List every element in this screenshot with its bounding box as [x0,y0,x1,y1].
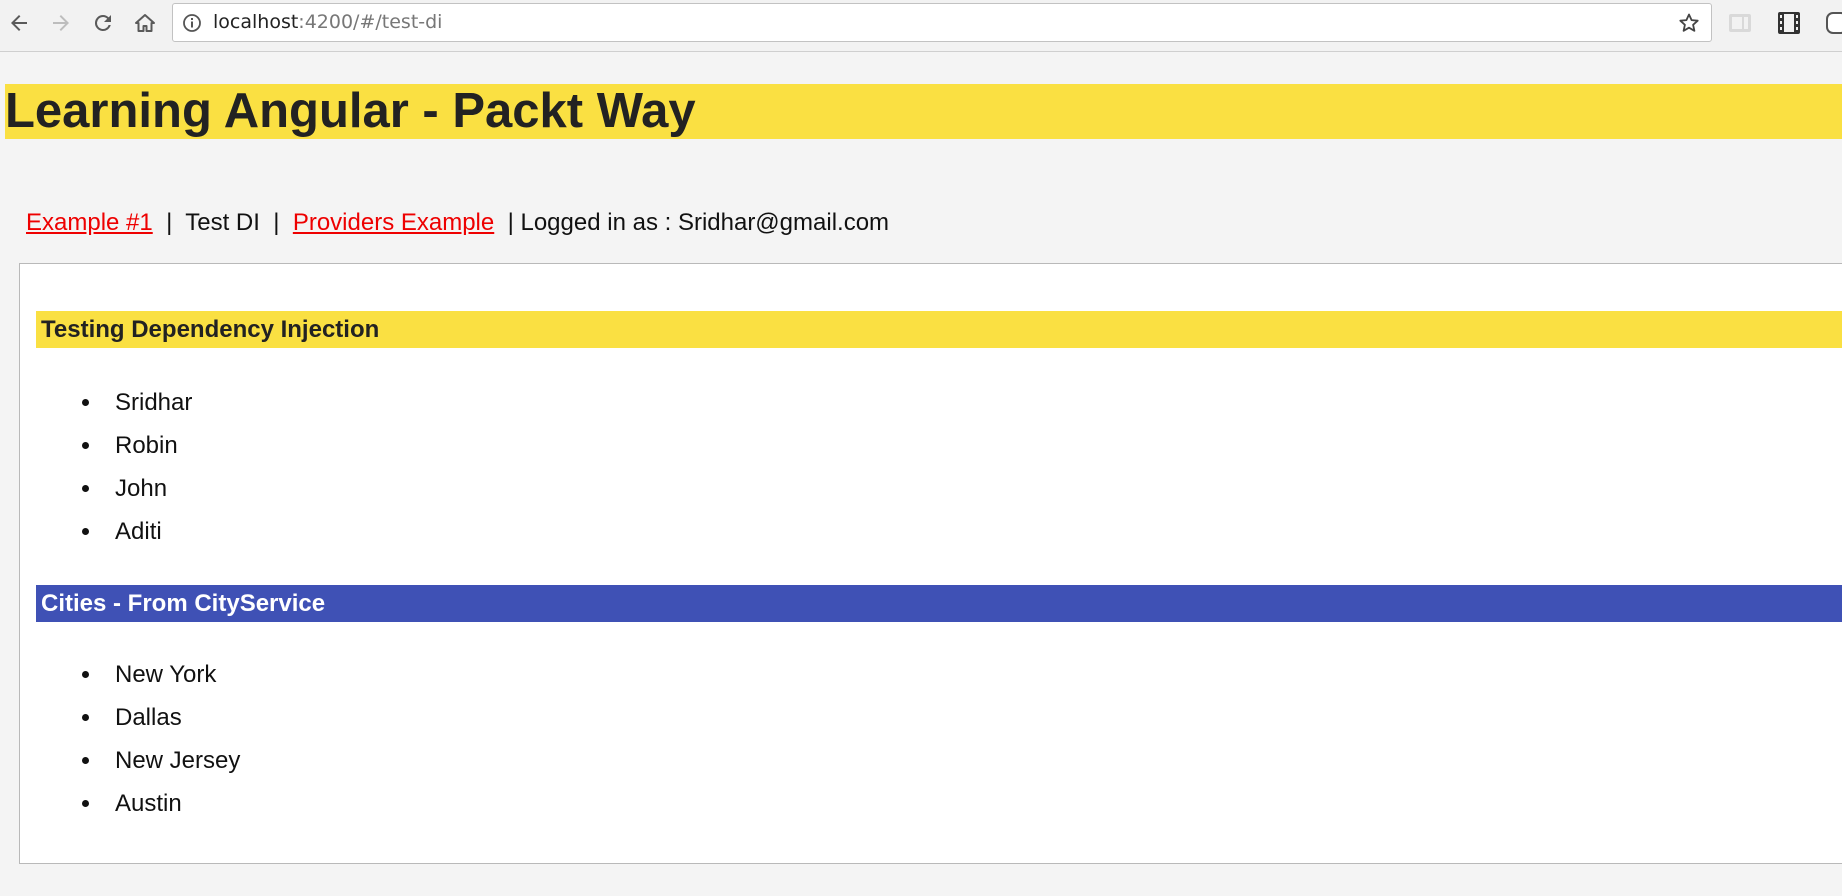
url-path: :4200/#/test-di [298,11,443,33]
forward-arrow-icon [53,15,69,31]
app-title: Learning Angular - Packt Way [5,84,1842,139]
back-arrow-icon [11,15,27,31]
film-icon[interactable] [1776,10,1802,36]
list-item: Robin [103,424,192,467]
browser-toolbar: localhost:4200/#/test-di [0,0,1842,52]
logged-in-status: | Logged in as : Sridhar@gmail.com [494,209,890,236]
reload-button[interactable] [87,6,119,40]
home-icon [135,14,155,32]
extension-icon[interactable] [1727,10,1753,36]
url-host: localhost [213,11,299,33]
forward-button[interactable] [45,6,77,40]
url-text[interactable]: localhost:4200/#/test-di [213,4,442,41]
content-panel: Testing Dependency Injection Sridhar Rob… [19,263,1842,864]
address-bar[interactable]: localhost:4200/#/test-di [172,3,1712,42]
reload-icon [94,14,111,31]
user-list: Sridhar Robin John Aditi [75,381,192,553]
home-button[interactable] [129,6,161,40]
section-title-di: Testing Dependency Injection [36,311,1842,348]
nav-current-test-di: Test DI [185,209,260,236]
nav-link-providers-example[interactable]: Providers Example [293,209,494,236]
city-list: New York Dallas New Jersey Austin [75,653,240,825]
extension-icon[interactable] [1824,10,1842,36]
list-item: New Jersey [103,739,240,782]
nav-bar: Example #1 | Test DI | Providers Example… [26,208,889,238]
list-item: New York [103,653,240,696]
list-item: Aditi [103,510,192,553]
info-icon[interactable] [182,13,202,33]
star-icon[interactable] [1677,11,1701,35]
nav-separator: | [152,209,186,236]
list-item: Sridhar [103,381,192,424]
section-title-cities: Cities - From CityService [36,585,1842,622]
nav-separator: | [259,209,293,236]
list-item: Austin [103,782,240,825]
list-item: Dallas [103,696,240,739]
back-button[interactable] [3,6,35,40]
list-item: John [103,467,192,510]
nav-link-example-1[interactable]: Example #1 [26,209,153,236]
